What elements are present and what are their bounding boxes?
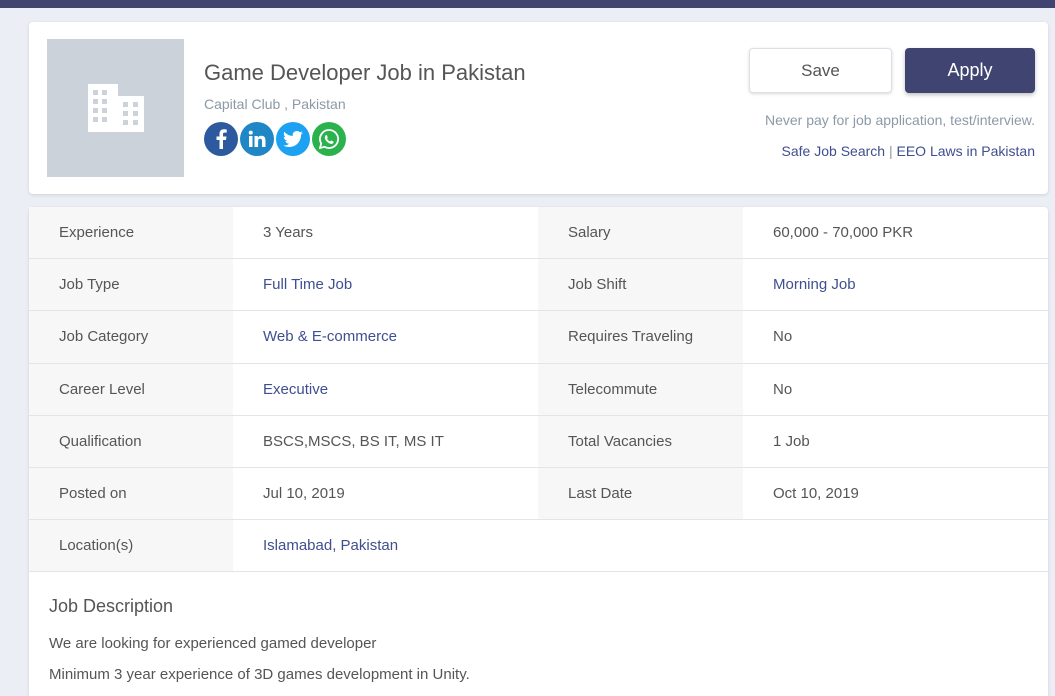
career-level-label: Career Level xyxy=(29,363,233,415)
posted-on-label: Posted on xyxy=(29,467,233,520)
job-shift-link[interactable]: Morning Job xyxy=(743,259,1048,310)
table-row: Job Type Full Time Job Job Shift Morning… xyxy=(29,259,1048,312)
eeo-laws-link[interactable]: EEO Laws in Pakistan xyxy=(896,143,1035,159)
salary-value: 60,000 - 70,000 PKR xyxy=(773,224,914,242)
table-row: Experience 3 Years Salary 60,000 - 70,00… xyxy=(29,207,1048,260)
facebook-icon xyxy=(216,129,227,149)
job-description: Job Description We are looking for exper… xyxy=(29,572,1048,683)
posted-on-value: Jul 10, 2019 xyxy=(263,485,345,503)
location-link[interactable]: Islamabad, Pakistan xyxy=(233,520,538,571)
last-date-label: Last Date xyxy=(538,467,743,520)
job-description-title: Job Description xyxy=(49,596,174,617)
job-header-card: Game Developer Job in Pakistan Capital C… xyxy=(29,22,1048,194)
requires-traveling-value: No xyxy=(773,328,793,346)
empty-cell xyxy=(538,520,743,572)
qualification-value: BSCS,MSCS, BS IT, MS IT xyxy=(263,432,444,450)
job-category-label: Job Category xyxy=(29,311,233,363)
whatsapp-share-button[interactable] xyxy=(312,122,346,156)
social-share xyxy=(204,122,346,156)
twitter-share-button[interactable] xyxy=(276,122,310,156)
last-date-value: Oct 10, 2019 xyxy=(773,485,859,503)
safe-job-search-link[interactable]: Safe Job Search xyxy=(782,143,886,159)
table-row: Qualification BSCS,MSCS, BS IT, MS IT To… xyxy=(29,415,1048,468)
salary-label: Salary xyxy=(538,207,743,259)
job-category-link[interactable]: Web & E-commerce xyxy=(233,311,538,362)
job-details-panel: Experience 3 Years Salary 60,000 - 70,00… xyxy=(29,207,1048,696)
job-shift-label: Job Shift xyxy=(538,259,743,311)
job-type-link[interactable]: Full Time Job xyxy=(233,259,538,310)
table-row: Career Level Executive Telecommute No xyxy=(29,363,1048,416)
linkedin-share-button[interactable] xyxy=(240,122,274,156)
requires-traveling-label: Requires Traveling xyxy=(538,311,743,363)
total-vacancies-label: Total Vacancies xyxy=(538,415,743,467)
empty-cell xyxy=(743,520,1048,572)
payment-warning: Never pay for job application, test/inte… xyxy=(764,112,1035,128)
job-links: Safe Job Search | EEO Laws in Pakistan xyxy=(782,143,1035,159)
linkedin-icon xyxy=(248,130,266,147)
twitter-icon xyxy=(283,131,303,147)
telecommute-value: No xyxy=(773,380,793,398)
table-row: Location(s) Islamabad, Pakistan xyxy=(29,520,1048,573)
company-location[interactable]: Capital Club , Pakistan xyxy=(204,96,346,112)
job-title: Game Developer Job in Pakistan xyxy=(204,60,526,85)
whatsapp-icon xyxy=(319,129,339,149)
total-vacancies-value: 1 Job xyxy=(773,432,810,450)
career-level-link[interactable]: Executive xyxy=(233,364,538,415)
table-row: Job Category Web & E-commerce Requires T… xyxy=(29,311,1048,364)
apply-button[interactable]: Apply xyxy=(905,48,1035,93)
qualification-label: Qualification xyxy=(29,415,233,467)
save-button[interactable]: Save xyxy=(749,48,892,93)
building-icon xyxy=(87,84,144,132)
experience-value: 3 Years xyxy=(263,224,314,242)
links-separator: | xyxy=(888,143,893,159)
job-type-label: Job Type xyxy=(29,259,233,311)
company-logo xyxy=(47,39,184,177)
table-row: Posted on Jul 10, 2019 Last Date Oct 10,… xyxy=(29,467,1048,521)
telecommute-label: Telecommute xyxy=(538,363,743,415)
top-bar xyxy=(0,0,1055,8)
facebook-share-button[interactable] xyxy=(204,122,238,156)
locations-label: Location(s) xyxy=(29,520,233,572)
description-line: We are looking for experienced gamed dev… xyxy=(49,635,377,653)
experience-label: Experience xyxy=(29,207,233,259)
description-line: Minimum 3 year experience of 3D games de… xyxy=(49,666,470,684)
